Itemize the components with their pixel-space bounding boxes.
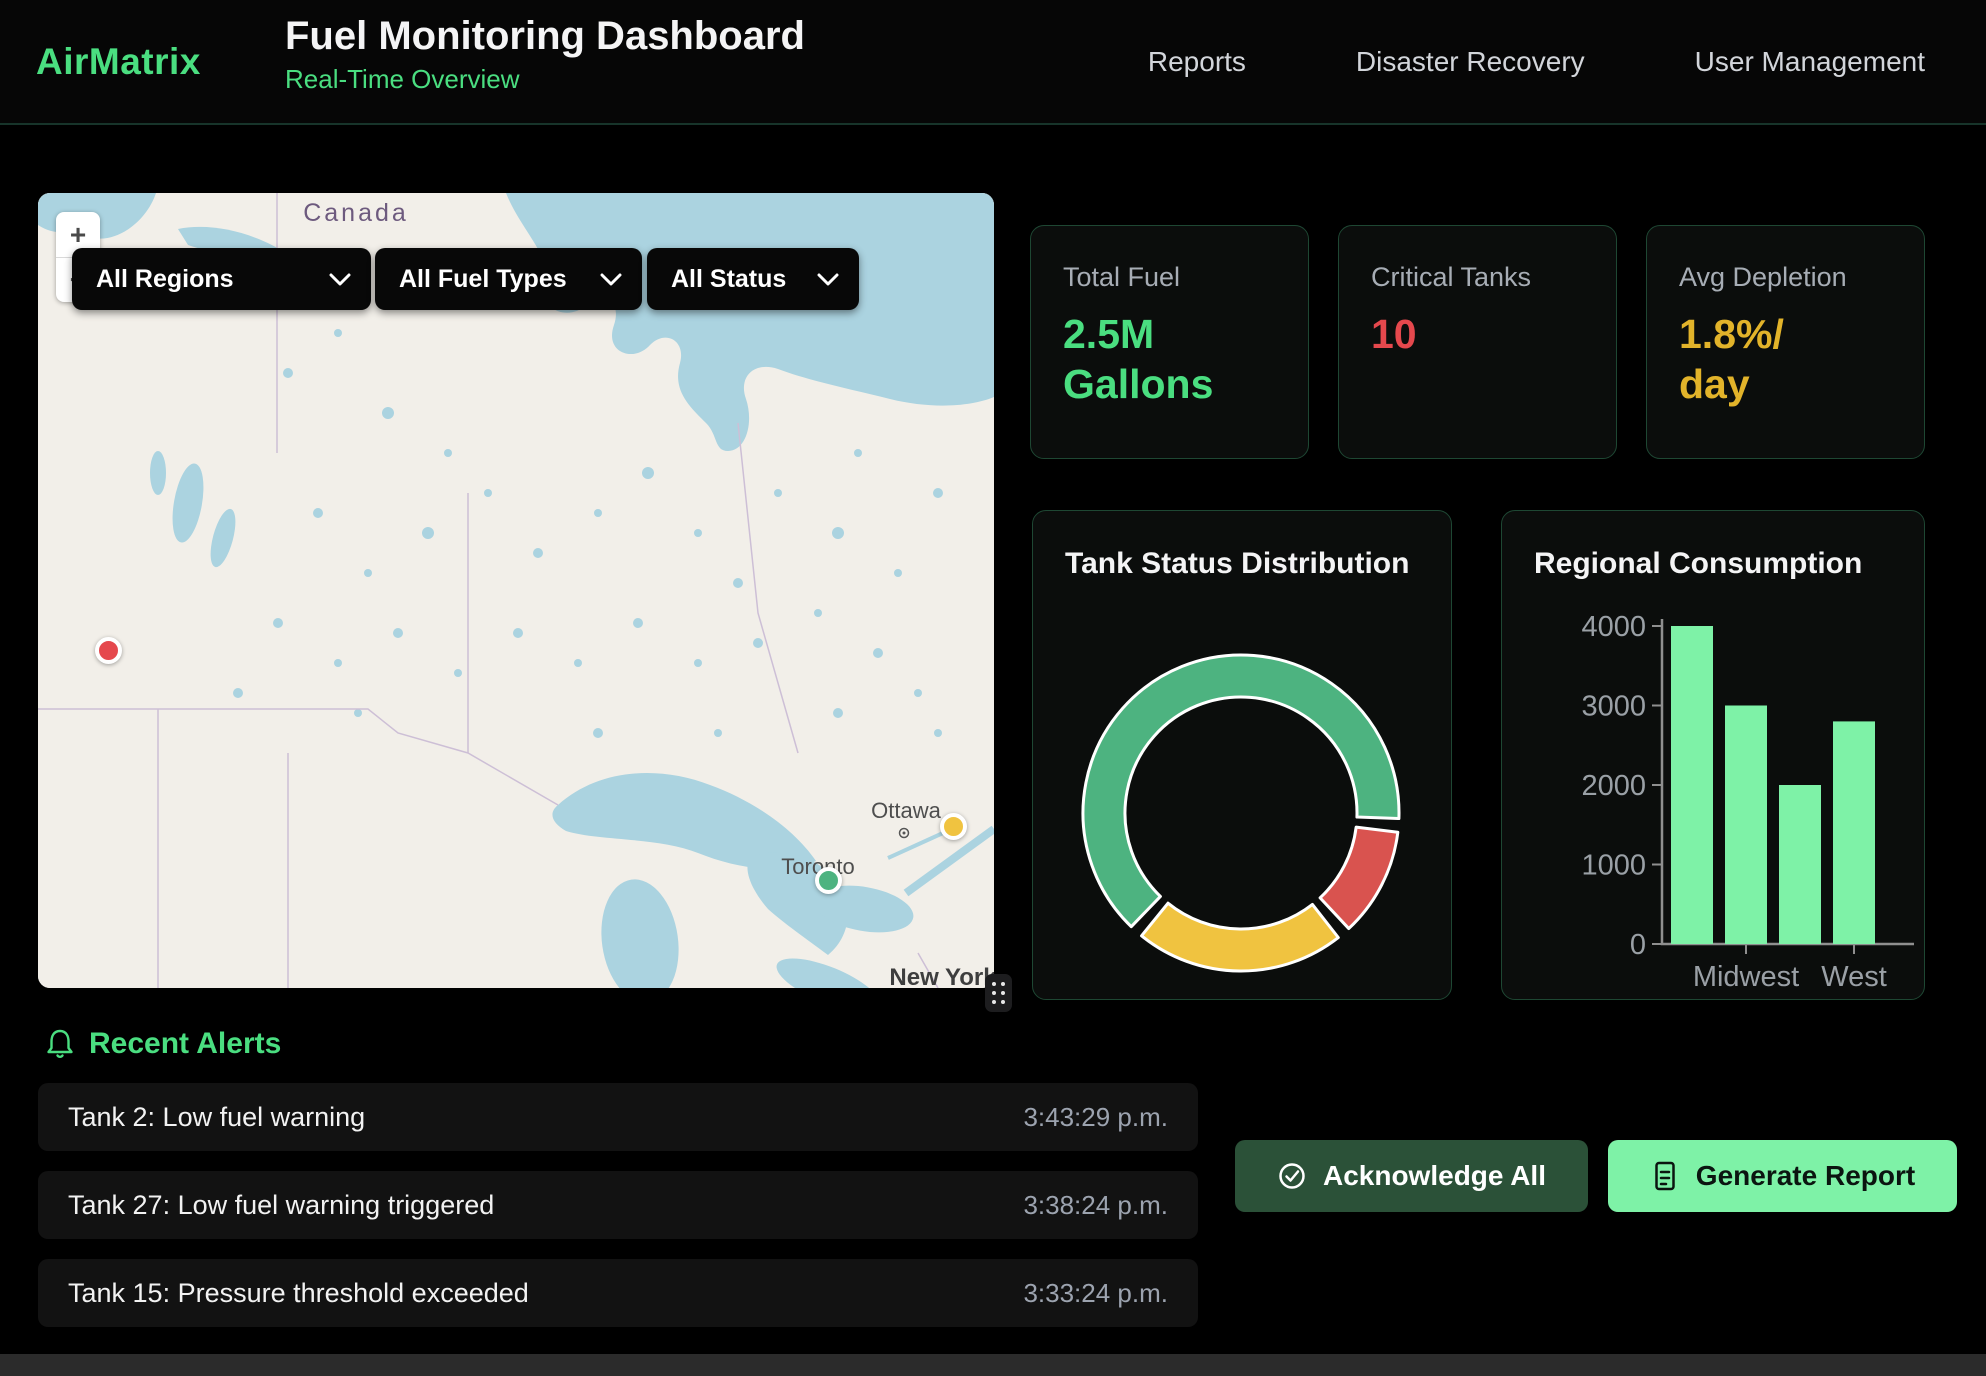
- x-tick-label: Midwest: [1693, 961, 1799, 993]
- map[interactable]: Canada Ottawa Toronto New York: [38, 193, 994, 988]
- stat-label: Avg Depletion: [1679, 262, 1892, 293]
- map-marker-warning[interactable]: [940, 813, 967, 840]
- generate-report-label: Generate Report: [1696, 1160, 1915, 1192]
- window-edge: [0, 1354, 1986, 1376]
- map-label-new-york: New York: [889, 964, 994, 988]
- status-filter-dropdown[interactable]: All Status: [647, 248, 859, 310]
- map-resize-handle[interactable]: [985, 974, 1012, 1012]
- y-tick-label: 0: [1630, 929, 1646, 961]
- nav-reports[interactable]: Reports: [1148, 46, 1246, 78]
- alert-message: Tank 2: Low fuel warning: [68, 1102, 365, 1133]
- bar-region-0: [1671, 626, 1713, 944]
- map-canvas: Canada Ottawa Toronto New York: [38, 193, 994, 988]
- map-marker-critical[interactable]: [95, 637, 122, 664]
- bell-icon: [45, 1028, 75, 1060]
- check-circle-icon: [1277, 1161, 1307, 1191]
- fuel-monitoring-dashboard: AirMatrix Fuel Monitoring Dashboard Real…: [0, 0, 1986, 1376]
- acknowledge-all-label: Acknowledge All: [1323, 1160, 1546, 1192]
- x-tick-label: West: [1821, 961, 1887, 993]
- header: AirMatrix Fuel Monitoring Dashboard Real…: [0, 0, 1986, 125]
- bar-region-2: [1779, 785, 1821, 944]
- acknowledge-all-button[interactable]: Acknowledge All: [1235, 1140, 1588, 1212]
- y-tick-label: 4000: [1581, 611, 1646, 643]
- alert-message: Tank 15: Pressure threshold exceeded: [68, 1278, 529, 1309]
- regional-consumption-bar-chart: 0 1000 2000 3000 4000 Midwest West: [1502, 591, 1926, 1001]
- stat-value: 10: [1371, 309, 1584, 359]
- tank-status-donut-chart: [1071, 643, 1411, 983]
- fuel-type-filter-value: All Fuel Types: [399, 265, 567, 294]
- map-lake: [150, 451, 166, 495]
- stat-card-avg-depletion: Avg Depletion 1.8%/day: [1646, 225, 1925, 459]
- stat-label: Total Fuel: [1063, 262, 1276, 293]
- y-tick-label: 3000: [1581, 691, 1646, 723]
- status-filter-value: All Status: [671, 265, 786, 294]
- stat-value: 2.5M Gallons: [1063, 309, 1239, 409]
- stat-label: Critical Tanks: [1371, 262, 1584, 293]
- bar-region-3: [1833, 721, 1875, 944]
- y-tick-label: 2000: [1581, 770, 1646, 802]
- stat-card-total-fuel: Total Fuel 2.5M Gallons: [1030, 225, 1309, 459]
- chevron-down-icon: [600, 273, 622, 286]
- map-label-ottawa: Ottawa: [871, 798, 941, 823]
- alert-row[interactable]: Tank 27: Low fuel warning triggered 3:38…: [38, 1171, 1198, 1239]
- y-tick-label: 1000: [1581, 850, 1646, 882]
- page-subtitle: Real-Time Overview: [285, 64, 805, 95]
- map-label-canada: Canada: [303, 199, 409, 227]
- app-logo: AirMatrix: [36, 41, 201, 83]
- bar-chart-title: Regional Consumption: [1534, 547, 1862, 581]
- donut-slice-yellow: [1142, 903, 1339, 971]
- tank-status-distribution-card: Tank Status Distribution: [1032, 510, 1452, 1000]
- donut-chart-title: Tank Status Distribution: [1065, 547, 1409, 581]
- donut-slice-red: [1320, 827, 1398, 928]
- region-filter-dropdown[interactable]: All Regions: [72, 248, 371, 310]
- nav-user-management[interactable]: User Management: [1695, 46, 1925, 78]
- region-filter-value: All Regions: [96, 265, 234, 294]
- regional-consumption-card: Regional Consumption 0 1000 2000 3000 4000 Mi…: [1501, 510, 1925, 1000]
- stat-value: 1.8%/day: [1679, 309, 1801, 409]
- alert-timestamp: 3:38:24 p.m.: [1023, 1190, 1168, 1221]
- nav-disaster-recovery[interactable]: Disaster Recovery: [1356, 46, 1585, 78]
- document-icon: [1650, 1160, 1680, 1192]
- alert-timestamp: 3:43:29 p.m.: [1023, 1102, 1168, 1133]
- alert-row[interactable]: Tank 2: Low fuel warning 3:43:29 p.m.: [38, 1083, 1198, 1151]
- main-nav: Reports Disaster Recovery User Managemen…: [1148, 0, 1925, 123]
- page-title: Fuel Monitoring Dashboard: [285, 13, 805, 59]
- stat-card-critical-tanks: Critical Tanks 10: [1338, 225, 1617, 459]
- alert-row[interactable]: Tank 15: Pressure threshold exceeded 3:3…: [38, 1259, 1198, 1327]
- title-block: Fuel Monitoring Dashboard Real-Time Over…: [285, 13, 805, 95]
- fuel-type-filter-dropdown[interactable]: All Fuel Types: [375, 248, 642, 310]
- bar-region-1: [1725, 706, 1767, 945]
- chevron-down-icon: [329, 273, 351, 286]
- chevron-down-icon: [817, 273, 839, 286]
- alert-timestamp: 3:33:24 p.m.: [1023, 1278, 1168, 1309]
- recent-alerts-title: Recent Alerts: [89, 1027, 281, 1061]
- map-marker-normal[interactable]: [815, 867, 842, 894]
- alert-message: Tank 27: Low fuel warning triggered: [68, 1190, 494, 1221]
- recent-alerts-heading: Recent Alerts: [45, 1027, 281, 1061]
- generate-report-button[interactable]: Generate Report: [1608, 1140, 1957, 1212]
